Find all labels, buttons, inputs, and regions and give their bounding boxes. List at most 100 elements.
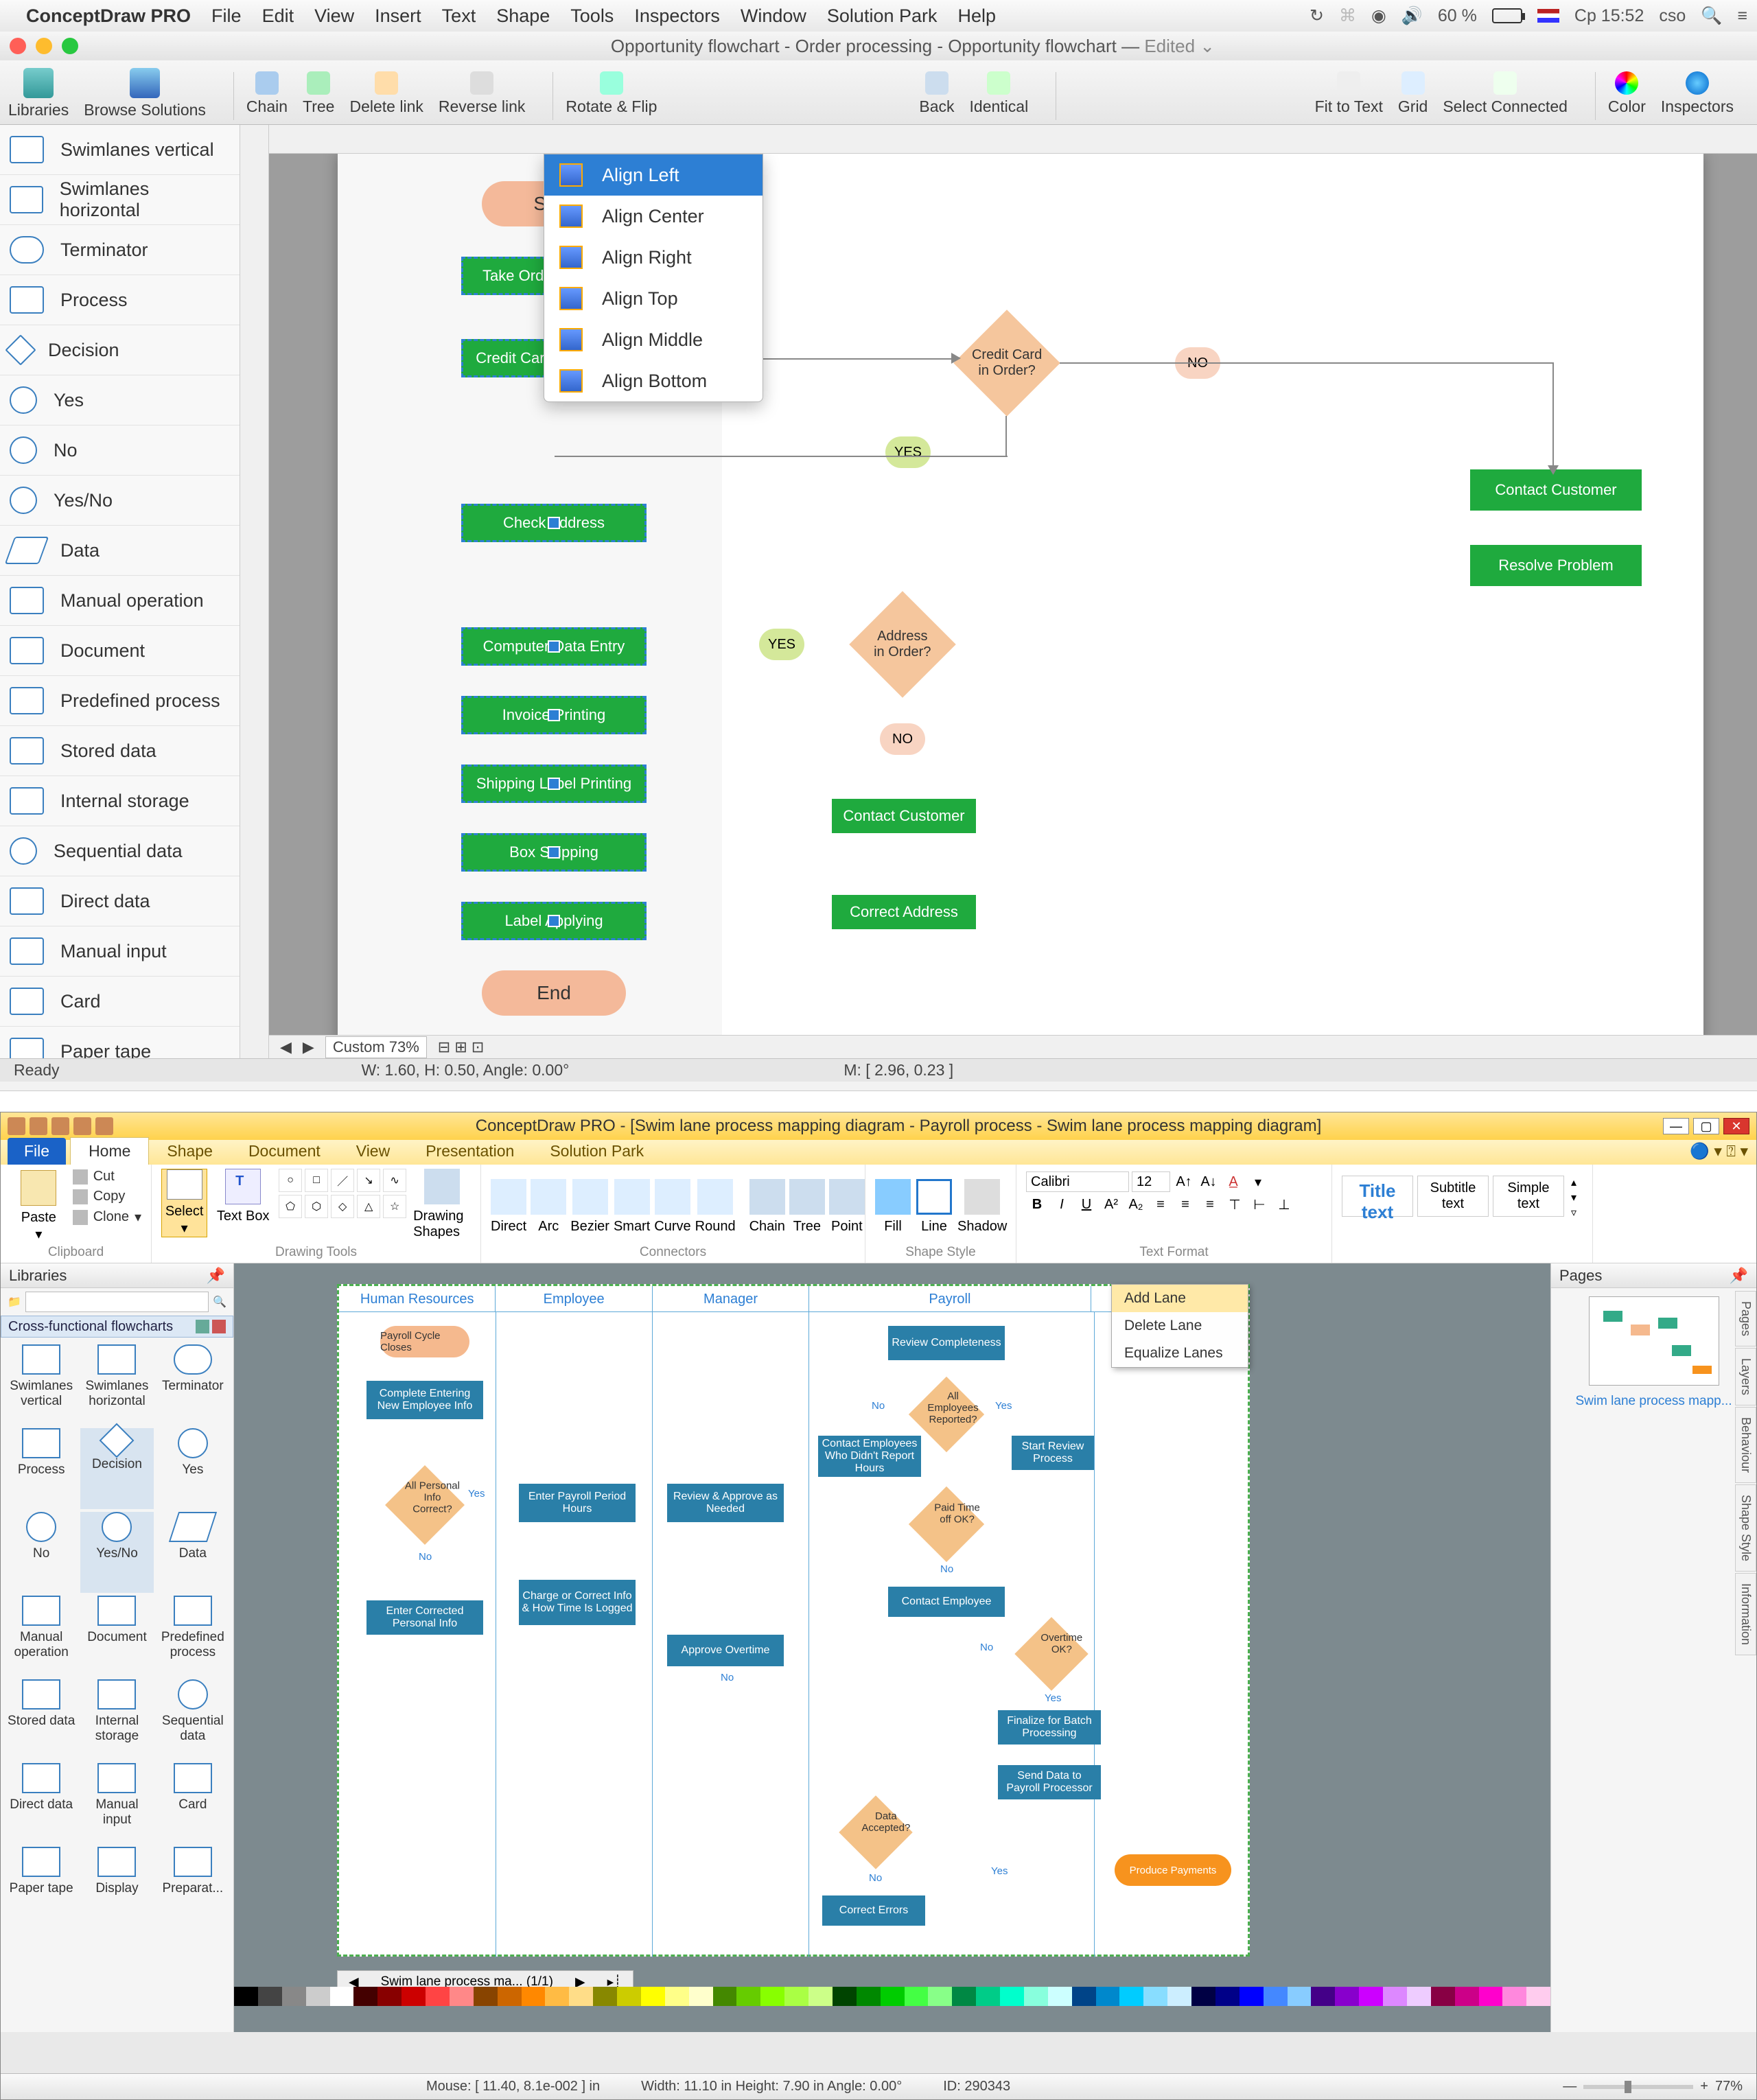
lib-item[interactable]: Yes — [0, 375, 240, 425]
conn-point[interactable]: Point — [829, 1169, 865, 1244]
process[interactable]: Enter Corrected Personal Info — [366, 1600, 483, 1635]
close-button[interactable]: ✕ — [1723, 1118, 1749, 1134]
help-icon[interactable]: 🔵 ▾ ⍰ ▾ — [1682, 1138, 1756, 1165]
bold-button[interactable]: B — [1026, 1195, 1048, 1214]
shape-item[interactable]: Yes — [156, 1428, 229, 1509]
process[interactable]: Computer Data Entry — [461, 627, 647, 666]
process[interactable]: Box Shipping — [461, 833, 647, 872]
canvas[interactable]: Start Take Order by Phone Credit Card Pr… — [269, 154, 1757, 1035]
process[interactable]: Start Review Process — [1012, 1436, 1094, 1470]
align-center[interactable]: ≡ — [1174, 1195, 1196, 1214]
file-tab[interactable]: File — [8, 1138, 66, 1165]
align-top-item[interactable]: Align Top — [544, 278, 763, 319]
tab-shape[interactable]: Shape — [149, 1138, 231, 1165]
grid-button[interactable]: Grid — [1398, 71, 1428, 116]
shape-item[interactable]: Document — [80, 1596, 153, 1677]
page-thumbnail[interactable] — [1589, 1296, 1719, 1386]
tab-home[interactable]: Home — [70, 1137, 149, 1165]
tree-button[interactable]: Tree — [303, 71, 334, 116]
underline-button[interactable]: U — [1075, 1195, 1097, 1214]
terminator[interactable]: Payroll Cycle Closes — [380, 1326, 469, 1357]
shape-item[interactable]: No — [5, 1512, 78, 1593]
conn-bezier[interactable]: Bezier — [570, 1169, 609, 1244]
lib-item[interactable]: Process — [0, 275, 240, 325]
decision[interactable]: Addressin Order? — [849, 591, 956, 698]
lib-item[interactable]: Internal storage — [0, 776, 240, 826]
library-search[interactable] — [25, 1292, 209, 1312]
close-button[interactable] — [10, 38, 26, 54]
lane-header[interactable]: Human Resources — [339, 1286, 496, 1311]
conn-arc[interactable]: Arc — [531, 1169, 566, 1244]
fill-button[interactable]: Fill — [875, 1169, 911, 1244]
align-center-item[interactable]: Align Center — [544, 196, 763, 237]
lib-item[interactable]: Sequential data — [0, 826, 240, 876]
rotate-flip-button[interactable]: Rotate & Flip — [566, 71, 657, 116]
time-machine-icon[interactable]: ↻ — [1310, 5, 1324, 26]
italic-button[interactable]: I — [1051, 1195, 1073, 1214]
lib-item[interactable]: Manual operation — [0, 576, 240, 626]
shape-item[interactable]: Predefined process — [156, 1596, 229, 1677]
line-button[interactable]: Line — [916, 1169, 952, 1244]
battery-icon[interactable] — [1492, 8, 1522, 23]
lib-item[interactable]: No — [0, 425, 240, 476]
font-size-select[interactable] — [1132, 1171, 1170, 1192]
scroll-right-icon[interactable]: ▶ — [303, 1038, 314, 1056]
align-bottom-item[interactable]: Align Bottom — [544, 360, 763, 401]
process[interactable]: Contact Customer — [832, 799, 976, 833]
minimize-button[interactable] — [36, 38, 52, 54]
lib-item[interactable]: Stored data — [0, 726, 240, 776]
lib-item[interactable]: Swimlanes horizontal — [0, 175, 240, 225]
paste-button[interactable]: Paste▾ — [10, 1169, 67, 1244]
menu-shape[interactable]: Shape — [496, 5, 550, 27]
process[interactable]: Charge or Correct Info & How Time Is Log… — [519, 1580, 636, 1625]
select-connected-button[interactable]: Select Connected — [1443, 71, 1568, 116]
lib-item[interactable]: Paper tape — [0, 1027, 240, 1058]
conn-curve[interactable]: Curve — [654, 1169, 690, 1244]
align-middle-item[interactable]: Align Middle — [544, 319, 763, 360]
quick-access-toolbar[interactable] — [8, 1117, 113, 1135]
color-swatches[interactable] — [234, 1987, 1550, 2006]
shape-item[interactable]: Preparat... — [156, 1847, 229, 1928]
libraries-button[interactable]: Libraries — [8, 68, 69, 119]
process[interactable]: Invoice Printing — [461, 696, 647, 734]
process[interactable]: Contact Customer — [1470, 469, 1642, 511]
decision[interactable]: All Personal Info Correct? — [385, 1465, 465, 1545]
lib-item[interactable]: Document — [0, 626, 240, 676]
user-menu[interactable]: cso — [1659, 6, 1686, 26]
shape-item[interactable]: Sequential data — [156, 1679, 229, 1760]
menu-view[interactable]: View — [314, 5, 354, 27]
shape-item[interactable]: Direct data — [5, 1763, 78, 1844]
process[interactable]: Review & Approve as Needed — [667, 1484, 784, 1522]
process[interactable]: Shipping Label Printing — [461, 765, 647, 803]
process[interactable]: Approve Overtime — [667, 1635, 784, 1666]
shape-item[interactable]: Terminator — [156, 1344, 229, 1425]
tab-view[interactable]: View — [338, 1138, 408, 1165]
conn-smart[interactable]: Smart — [614, 1169, 650, 1244]
menu-window[interactable]: Window — [741, 5, 806, 27]
process[interactable]: Contact Employees Who Didn't Report Hour… — [818, 1436, 921, 1477]
shape-item[interactable]: Manual input — [80, 1763, 153, 1844]
maximize-button[interactable]: ▢ — [1693, 1118, 1719, 1134]
sub-button[interactable]: A₂ — [1125, 1195, 1147, 1214]
back-button[interactable]: Back — [919, 71, 954, 116]
swimlane-diagram[interactable]: Human Resources Employee Manager Payroll… — [337, 1284, 1250, 1957]
decision[interactable]: Data Accepted? — [839, 1795, 912, 1869]
font-color[interactable]: A̲ — [1222, 1172, 1244, 1191]
lib-item[interactable]: Direct data — [0, 876, 240, 926]
shrink-font[interactable]: A↓ — [1198, 1172, 1220, 1191]
lib-item[interactable]: Swimlanes vertical — [0, 125, 240, 175]
textbox-tool[interactable]: TText Box — [214, 1169, 272, 1224]
lane-header[interactable]: Manager — [653, 1286, 809, 1311]
side-tab-information[interactable]: Information — [1735, 1573, 1756, 1655]
align-left-item[interactable]: Align Left — [544, 154, 763, 196]
style-down[interactable]: ▾ — [1571, 1191, 1576, 1204]
zoom-out-icon[interactable]: — — [1563, 2079, 1576, 2095]
shape-item[interactable]: Internal storage — [80, 1679, 153, 1760]
style-title[interactable]: Title text — [1342, 1176, 1413, 1217]
process[interactable]: Label Applying — [461, 902, 647, 940]
process[interactable]: Contact Employee — [888, 1587, 1005, 1617]
shape-item[interactable]: Swimlanes vertical — [5, 1344, 78, 1425]
inspectors-button[interactable]: Inspectors — [1661, 71, 1734, 116]
shape-item[interactable]: Card — [156, 1763, 229, 1844]
ctx-delete-lane[interactable]: Delete Lane — [1112, 1312, 1248, 1340]
